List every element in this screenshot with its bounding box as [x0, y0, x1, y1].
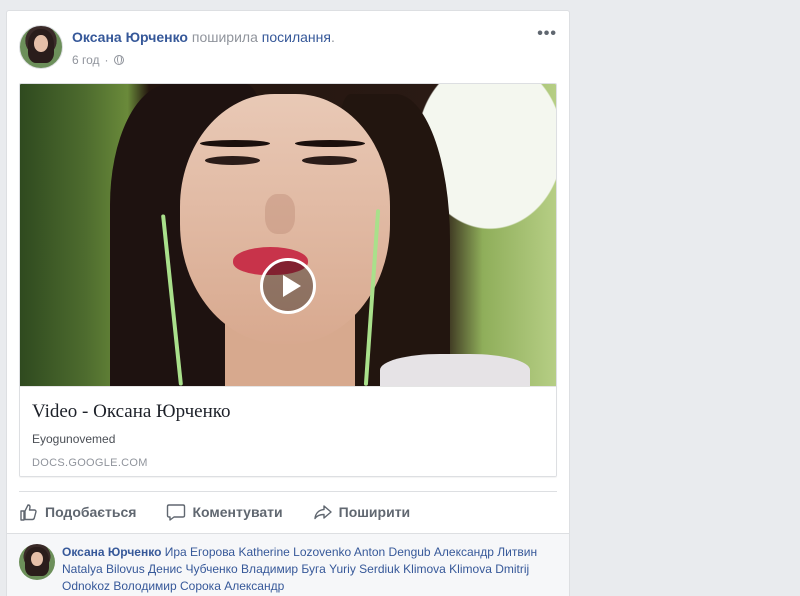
feed-post: Оксана Юрченко поширила посилання. 6 год… — [6, 10, 570, 596]
likes-section: Оксана Юрченко Ира Егорова Katherine Loz… — [7, 533, 569, 596]
comment-button[interactable]: Коментувати — [166, 499, 283, 525]
likes-first-name[interactable]: Оксана Юрченко — [62, 545, 161, 559]
share-icon — [313, 505, 332, 520]
share-button[interactable]: Поширити — [313, 499, 411, 525]
share-label: Поширити — [338, 504, 411, 520]
likes-avatar[interactable] — [19, 544, 55, 580]
play-icon[interactable] — [260, 258, 316, 314]
like-label: Подобається — [45, 504, 137, 520]
post-timestamp[interactable]: 6 год — [72, 53, 100, 67]
like-button[interactable]: Подобається — [19, 499, 136, 525]
actions-divider — [19, 491, 557, 492]
link-title[interactable]: Video - Оксана Юрченко — [32, 401, 231, 423]
comment-icon — [167, 504, 186, 521]
likes-names[interactable]: Оксана Юрченко Ира Егорова Katherine Loz… — [62, 544, 552, 595]
author-name[interactable]: Оксана Юрченко — [72, 29, 188, 45]
comment-label: Коментувати — [192, 504, 283, 520]
post-actions: Подобається Коментувати Поширити — [19, 499, 557, 525]
link-preview-card[interactable]: Video - Оксана Юрченко Eyogunovemed DOCS… — [19, 83, 557, 477]
post-meta: 6 год · — [72, 53, 124, 67]
link-description: Eyogunovemed — [32, 432, 116, 446]
header-period: . — [330, 29, 335, 45]
thumbs-up-icon — [20, 504, 37, 521]
globe-icon[interactable] — [113, 55, 124, 65]
meta-separator: · — [104, 53, 109, 67]
post-header: Оксана Юрченко поширила посилання. — [72, 29, 335, 45]
video-thumbnail[interactable] — [20, 84, 556, 386]
author-avatar[interactable] — [19, 25, 63, 69]
share-action-text: поширила — [191, 29, 258, 45]
link-card-text[interactable]: Video - Оксана Юрченко Eyogunovemed DOCS… — [20, 386, 556, 476]
shared-link-word[interactable]: посилання — [262, 29, 331, 45]
link-domain: DOCS.GOOGLE.COM — [32, 457, 148, 469]
more-options-icon[interactable]: ••• — [537, 25, 557, 43]
